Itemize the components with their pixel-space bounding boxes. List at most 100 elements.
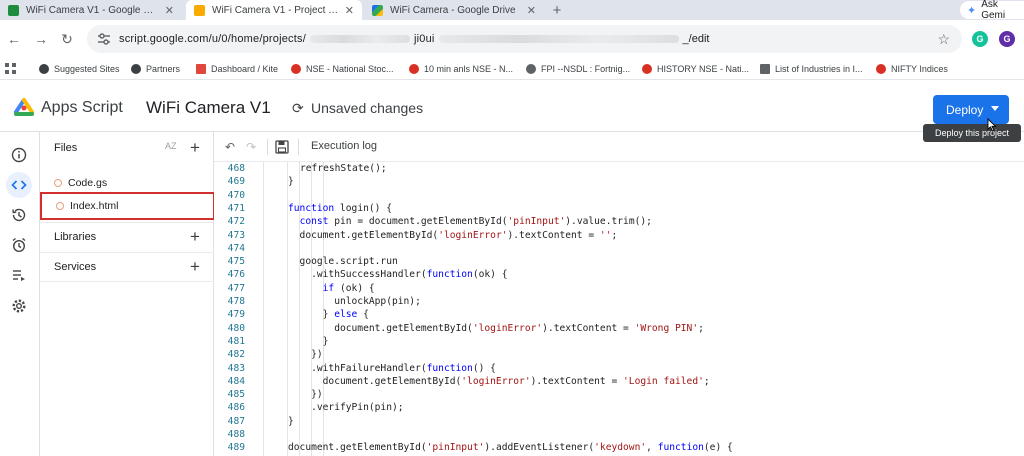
- sort-az-icon: AZ: [165, 141, 177, 151]
- code-text: unlockApp(pin);: [288, 296, 421, 307]
- toolbar-divider: [298, 139, 299, 155]
- chevron-down-icon[interactable]: [991, 106, 999, 111]
- code-line[interactable]: 488: [214, 428, 1024, 441]
- add-library-button[interactable]: +: [190, 228, 200, 245]
- save-icon[interactable]: [275, 140, 289, 154]
- apps-grid-icon[interactable]: [5, 63, 16, 74]
- sort-files-button[interactable]: AZ: [165, 141, 177, 151]
- browser-tab-drive[interactable]: WiFi Camera - Google Drive ✕: [364, 0, 544, 20]
- code-line[interactable]: 485 }): [214, 388, 1024, 401]
- code-line[interactable]: 470: [214, 189, 1024, 202]
- code-icon: [11, 180, 27, 190]
- services-section[interactable]: Services +: [40, 252, 214, 282]
- bookmark-favicon-icon: [760, 64, 770, 74]
- code-line[interactable]: 473 document.getElementById('loginError'…: [214, 229, 1024, 242]
- bookmark-label: NSE - National Stoc...: [306, 64, 394, 74]
- execution-log-button[interactable]: Execution log: [311, 140, 377, 152]
- code-line[interactable]: 484 document.getElementById('loginError'…: [214, 375, 1024, 388]
- bookmark-item[interactable]: Dashboard / Kite: [196, 58, 278, 80]
- bookmark-label: List of Industries in I...: [775, 64, 863, 74]
- grammarly-extension-icon[interactable]: G: [972, 31, 988, 47]
- code-line[interactable]: 489 document.getElementById('pinInput').a…: [214, 441, 1024, 454]
- file-item-code-gs[interactable]: Code.gs: [50, 172, 210, 194]
- code-line[interactable]: 472 const pin = document.getElementById(…: [214, 215, 1024, 228]
- code-line[interactable]: 482 }): [214, 348, 1024, 361]
- forward-arrow-icon[interactable]: →: [33, 31, 49, 47]
- new-tab-button[interactable]: +: [547, 0, 567, 20]
- info-icon: [11, 147, 27, 163]
- code-line[interactable]: 471 function login() {: [214, 202, 1024, 215]
- code-text: refreshState();: [300, 163, 387, 174]
- code-line[interactable]: 476 .withSuccessHandler(function(ok) {: [214, 268, 1024, 281]
- code-line[interactable]: 477 if (ok) {: [214, 282, 1024, 295]
- code-line[interactable]: 474: [214, 242, 1024, 255]
- bookmark-label: NIFTY Indices: [891, 64, 948, 74]
- bookmark-item[interactable]: HISTORY NSE - Nati...: [642, 58, 749, 80]
- browser-tab-sheets[interactable]: WiFi Camera V1 - Google Sheets ✕: [0, 0, 182, 20]
- bookmark-favicon-icon: [39, 64, 49, 74]
- reload-icon[interactable]: ↻: [59, 31, 75, 47]
- bookmark-item[interactable]: NIFTY Indices: [876, 58, 948, 80]
- code-line[interactable]: 487}: [214, 415, 1024, 428]
- code-line[interactable]: 475 google.script.run: [214, 255, 1024, 268]
- mouse-cursor-icon: [987, 118, 997, 132]
- bookmark-item[interactable]: List of Industries in I...: [760, 58, 863, 80]
- triggers-button[interactable]: [6, 232, 32, 258]
- bookmark-label: Suggested Sites: [54, 64, 120, 74]
- bookmark-item[interactable]: NSE - National Stoc...: [291, 58, 394, 80]
- bookmark-item[interactable]: Partners: [131, 58, 180, 80]
- browser-tab-project-editor[interactable]: WiFi Camera V1 - Project Editor ✕: [186, 0, 362, 20]
- ask-gemini-button[interactable]: ✦ Ask Gemi: [960, 0, 1024, 21]
- project-title[interactable]: WiFi Camera V1: [146, 98, 271, 118]
- close-icon[interactable]: ✕: [165, 4, 174, 17]
- back-arrow-icon[interactable]: ←: [6, 31, 22, 47]
- sync-icon: ⟳: [292, 100, 304, 116]
- sheets-icon: [8, 4, 19, 16]
- deploy-label: Deploy: [946, 102, 984, 117]
- tab-title: WiFi Camera - Google Drive: [390, 4, 516, 16]
- code-line[interactable]: 478 unlockApp(pin);: [214, 295, 1024, 308]
- bookmark-star-icon[interactable]: ☆: [937, 31, 950, 48]
- code-line[interactable]: 479 } else {: [214, 308, 1024, 321]
- profile-avatar[interactable]: G: [999, 31, 1015, 47]
- file-item-index-html[interactable]: Index.html: [40, 192, 215, 220]
- editor-button[interactable]: [6, 172, 32, 198]
- code-line[interactable]: 469}: [214, 175, 1024, 188]
- libraries-section[interactable]: Libraries +: [40, 222, 214, 252]
- deploy-button[interactable]: Deploy: [933, 95, 1009, 124]
- code-line[interactable]: 483 .withFailureHandler(function() {: [214, 362, 1024, 375]
- code-text: }: [288, 415, 294, 427]
- code-text: document.getElementById('loginError').te…: [288, 322, 704, 334]
- line-number: 477: [227, 282, 245, 294]
- code-line[interactable]: 481 }: [214, 335, 1024, 348]
- close-icon[interactable]: ✕: [527, 4, 536, 17]
- redacted-url-segment: [309, 35, 410, 43]
- code-line[interactable]: 486 .verifyPin(pin);: [214, 401, 1024, 414]
- bookmark-item[interactable]: Suggested Sites: [39, 58, 120, 80]
- add-file-button[interactable]: +: [190, 139, 200, 156]
- bookmark-label: HISTORY NSE - Nati...: [657, 64, 750, 74]
- add-service-button[interactable]: +: [190, 258, 200, 275]
- redo-icon[interactable]: ↷: [244, 140, 258, 154]
- bookmark-label: FPI --NSDL : Fortnig...: [541, 64, 631, 74]
- bookmark-item[interactable]: FPI --NSDL : Fortnig...: [526, 58, 630, 80]
- undo-icon[interactable]: ↶: [223, 140, 237, 154]
- project-settings-button[interactable]: [6, 293, 32, 319]
- site-settings-icon[interactable]: [97, 32, 111, 46]
- code-line[interactable]: 468 refreshState();: [214, 162, 1024, 175]
- project-history-button[interactable]: [6, 202, 32, 228]
- code-text: document.getElementById('loginError').te…: [288, 229, 618, 241]
- editor-toolbar: ↶ ↷ Execution log: [214, 132, 1024, 162]
- overview-button[interactable]: [6, 142, 32, 168]
- line-number: 480: [227, 322, 245, 334]
- executions-button[interactable]: [6, 262, 32, 288]
- code-text: if (ok) {: [322, 282, 375, 294]
- code-line[interactable]: 480 document.getElementById('loginError'…: [214, 322, 1024, 335]
- bookmark-item[interactable]: 10 min anls NSE - N...: [409, 58, 513, 80]
- code-editor[interactable]: 468 refreshState(); 469} 470 471 function log…: [214, 162, 1024, 456]
- close-icon[interactable]: ✕: [345, 4, 354, 17]
- address-bar[interactable]: script.google.com/u/0/home/projects/ ji0…: [87, 25, 962, 53]
- file-status-dot-icon: [54, 179, 62, 187]
- apps-script-logo-icon[interactable]: [12, 96, 36, 118]
- line-number: 483: [227, 362, 245, 374]
